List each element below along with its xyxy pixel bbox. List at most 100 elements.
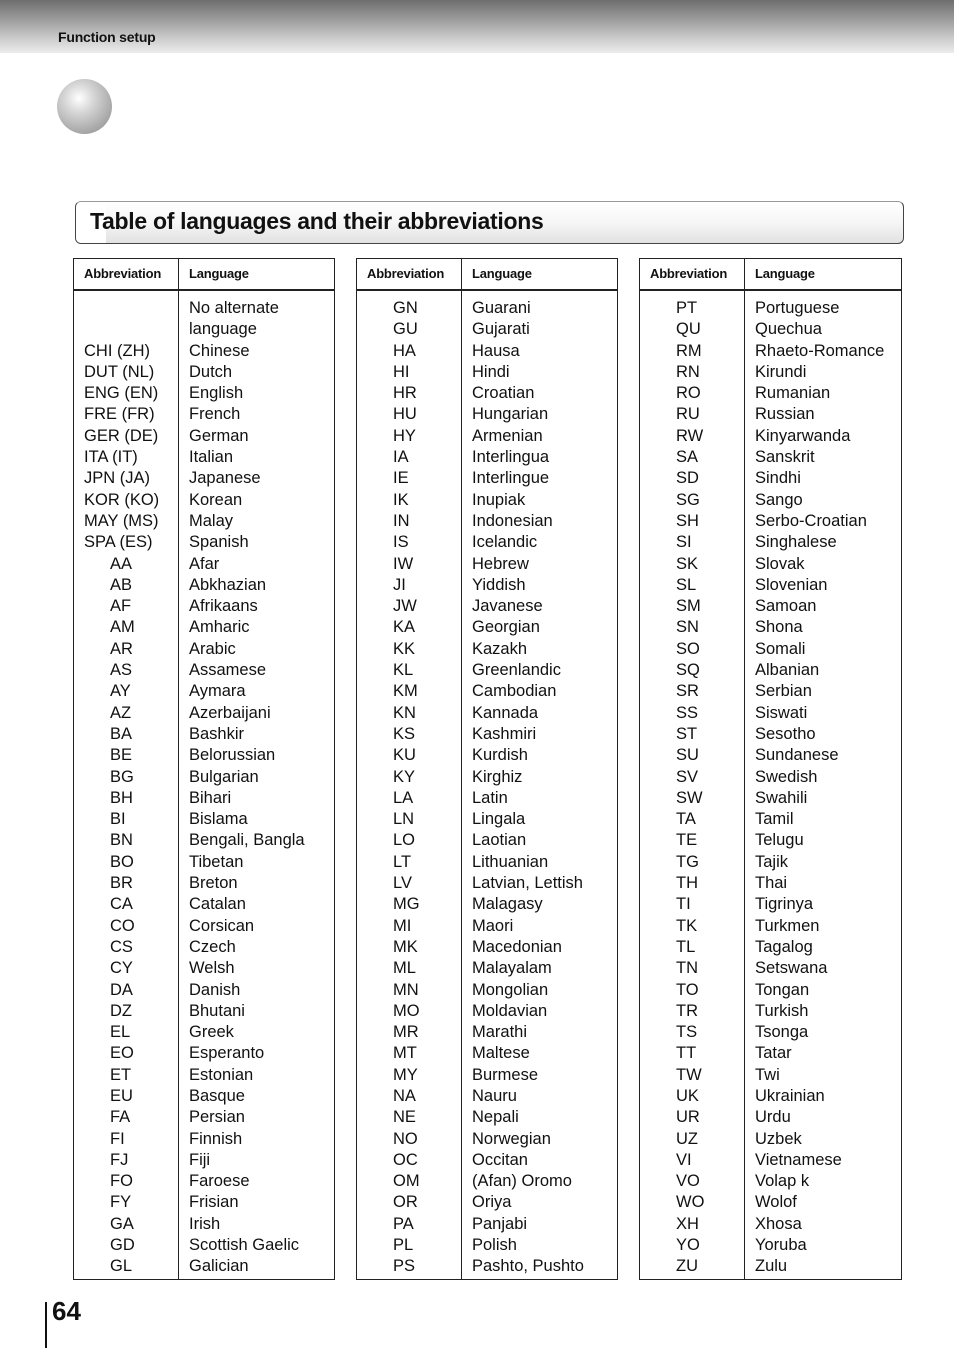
abbreviation-cell: PL	[393, 1236, 414, 1255]
language-cell: Bhutani	[189, 1001, 245, 1020]
table-row: OR Oriya	[357, 1192, 617, 1213]
table-row: IS Icelandic	[357, 532, 617, 553]
abbreviation-cell: ET	[110, 1065, 132, 1084]
table-row: KL Greenlandic	[357, 660, 617, 681]
abbreviation-cell: MR	[393, 1023, 419, 1042]
table-row: IE Interlingue	[357, 468, 617, 489]
abbreviation-cell: KN	[393, 703, 416, 722]
language-cell: Greek	[189, 1023, 234, 1042]
language-cell: Volap k	[755, 1172, 810, 1191]
table-row: FJ Fiji	[74, 1150, 334, 1171]
language-cell: Japanese	[189, 469, 261, 488]
language-cell: Vietnamese	[755, 1150, 842, 1169]
table-row: TN Setswana	[640, 958, 901, 979]
abbreviation-cell: UZ	[676, 1129, 698, 1148]
language-cell: Swahili	[755, 788, 808, 807]
language-cell: Assamese	[189, 661, 267, 680]
table-row: IA Interlingua	[357, 447, 617, 468]
table-row: MR Marathi	[357, 1022, 617, 1043]
abbreviation-cell: SW	[676, 788, 703, 807]
abbreviation-cell: CA	[110, 895, 133, 914]
abbreviation-cell: TH	[676, 874, 698, 893]
language-cell: Rumanian	[755, 384, 831, 403]
abbreviation-cell: OC	[393, 1150, 418, 1169]
language-cell: Irish	[189, 1214, 221, 1233]
abbreviation-cell: DA	[110, 980, 133, 999]
language-table-2: Abbreviation Language GN Guarani GU Gujarat…	[356, 258, 618, 1280]
abbreviation-cell: MG	[393, 895, 420, 914]
table-row: EU Basque	[74, 1086, 334, 1107]
abbreviation-cell: SV	[676, 767, 699, 786]
language-cell: Setswana	[755, 959, 828, 978]
abbreviation-cell: SD	[676, 469, 699, 488]
language-cell: Marathi	[472, 1023, 528, 1042]
page-number-rule	[45, 1302, 47, 1348]
abbreviation-cell: AZ	[110, 703, 132, 722]
language-cell: Sanskrit	[755, 448, 815, 467]
language-cell: Tigrinya	[755, 895, 814, 914]
table-row: XH Xhosa	[640, 1214, 901, 1235]
language-cell: Yoruba	[755, 1236, 807, 1255]
language-cell: Nepali	[472, 1108, 519, 1127]
abbreviation-cell: BO	[110, 852, 134, 871]
language-cell: Swedish	[755, 767, 818, 786]
table-row: IK Inupiak	[357, 490, 617, 511]
language-cell: Czech	[189, 937, 236, 956]
table-header: Abbreviation Language	[640, 259, 901, 291]
abbreviation-cell: PT	[676, 299, 698, 317]
table-row: AA Afar	[74, 554, 334, 575]
abbreviation-cell: TR	[676, 1001, 698, 1020]
table-row: CA Catalan	[74, 894, 334, 915]
language-cell: Slovenian	[755, 575, 828, 594]
table-row: NE Nepali	[357, 1107, 617, 1128]
table-body: GN Guarani GU Gujarati HA Hausa HI Hindi HR Croat…	[357, 298, 617, 1278]
abbreviation-cell: JI	[393, 575, 406, 594]
abbreviation-cell: CO	[110, 916, 135, 935]
abbreviation-cell: ZU	[676, 1257, 698, 1276]
abbreviation-cell: IN	[393, 511, 410, 530]
abbreviation-cell: BA	[110, 724, 133, 743]
table-row: TE Telugu	[640, 830, 901, 851]
abbreviation-cell: SU	[676, 746, 699, 765]
table-row: UZ Uzbek	[640, 1129, 901, 1150]
abbreviation-cell: FA	[110, 1108, 131, 1127]
table-row: TA Tamil	[640, 809, 901, 830]
table-row: MK Macedonian	[357, 937, 617, 958]
language-cell: Basque	[189, 1086, 245, 1105]
language-cell: Turkish	[755, 1001, 809, 1020]
language-cell: Maltese	[472, 1044, 530, 1063]
abbreviation-cell: IA	[393, 448, 409, 467]
table-row: SM Samoan	[640, 596, 901, 617]
table-row: SK Slovak	[640, 554, 901, 575]
table-row: BR Breton	[74, 873, 334, 894]
language-cell: Lithuanian	[472, 852, 549, 871]
abbreviation-cell: FO	[110, 1172, 133, 1191]
table-row: CHI (ZH) Chinese	[74, 341, 334, 362]
table-row: BG Bulgarian	[74, 767, 334, 788]
abbreviation-cell: IK	[393, 490, 409, 509]
abbreviation-cell: PS	[393, 1257, 416, 1276]
abbreviation-cell: JW	[393, 597, 417, 616]
table-row: EL Greek	[74, 1022, 334, 1043]
language-cell: Burmese	[472, 1065, 539, 1084]
abbreviation-cell: UK	[676, 1086, 699, 1105]
table-row: KU Kurdish	[357, 745, 617, 766]
table-row: MT Maltese	[357, 1043, 617, 1064]
table-row: DUT (NL) Dutch	[74, 362, 334, 383]
abbreviation-cell: WO	[676, 1193, 705, 1212]
abbreviation-cell: GA	[110, 1214, 134, 1233]
abbreviation-cell: MY	[393, 1065, 418, 1084]
language-cell: French	[189, 405, 241, 424]
abbreviation-cell: AF	[110, 597, 132, 616]
abbreviation-cell: TN	[676, 959, 698, 978]
table-row: language	[74, 319, 334, 340]
sphere-bullet-icon	[57, 79, 112, 134]
abbreviation-cell: FRE (FR)	[84, 405, 155, 424]
abbreviation-cell: MO	[393, 1001, 420, 1020]
table-row: HA Hausa	[357, 341, 617, 362]
table-row: SG Sango	[640, 490, 901, 511]
abbreviation-cell: AM	[110, 618, 135, 637]
language-cell: Dutch	[189, 362, 233, 381]
table-row: PL Polish	[357, 1235, 617, 1256]
language-cell: Bengali, Bangla	[189, 831, 305, 850]
